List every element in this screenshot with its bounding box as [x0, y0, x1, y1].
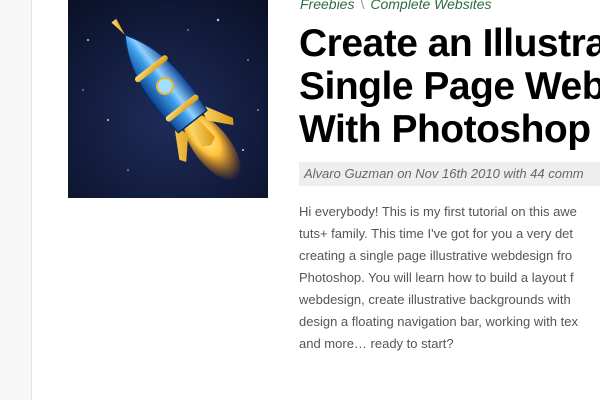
- excerpt-line: Hi everybody! This is my first tutorial …: [299, 204, 577, 219]
- excerpt-line: Photoshop. You will learn how to build a…: [299, 270, 574, 285]
- left-gutter: [0, 0, 32, 400]
- breadcrumb-link-freebies[interactable]: Freebies: [300, 0, 354, 12]
- excerpt-line: design a floating navigation bar, workin…: [299, 314, 578, 329]
- post-title[interactable]: Create an Illustra Single Page Web With …: [299, 22, 600, 151]
- post-title-line[interactable]: Single Page Web: [299, 65, 600, 108]
- excerpt-line: tuts+ family. This time I've got for you…: [299, 226, 574, 241]
- breadcrumb: Freebies \ Complete Websites: [300, 0, 492, 12]
- excerpt-line: creating a single page illustrative webd…: [299, 248, 573, 263]
- post-thumbnail[interactable]: [68, 0, 268, 198]
- post-title-line[interactable]: With Photoshop: [299, 108, 600, 151]
- post-excerpt: Hi everybody! This is my first tutorial …: [299, 201, 578, 355]
- excerpt-line: and more… ready to start?: [299, 336, 454, 351]
- post-meta: Alvaro Guzman on Nov 16th 2010 with 44 c…: [299, 162, 600, 186]
- breadcrumb-separator: \: [360, 0, 365, 12]
- excerpt-line: webdesign, create illustrative backgroun…: [299, 292, 571, 307]
- post-title-line[interactable]: Create an Illustra: [299, 22, 600, 65]
- post-content: Freebies \ Complete Websites Create an Ill…: [299, 0, 600, 400]
- breadcrumb-link-complete-websites[interactable]: Complete Websites: [370, 0, 491, 12]
- rocket-icon: [68, 0, 268, 198]
